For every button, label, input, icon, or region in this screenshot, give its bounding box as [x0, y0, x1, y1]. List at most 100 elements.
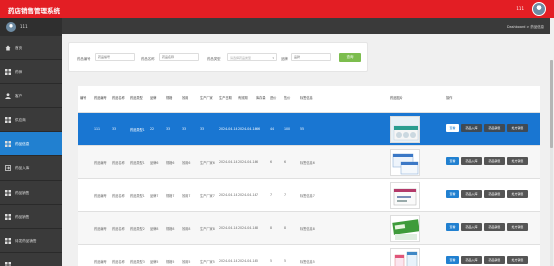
drug-image: [390, 215, 420, 242]
column-header: 生产厂家: [200, 96, 213, 100]
table-cell: 药品类型3: [130, 260, 145, 264]
table-cell: 药品类型1: [130, 194, 145, 198]
table-row[interactable]: 药品编号 药品名称 药品类型1 品牌6 规格6 效用6 生产厂家6 2024-04-14 202…: [78, 145, 540, 178]
main-content: Dashboard > 药品信息 药品编号 药品名称 药品类型 请选择药品类型 …: [62, 18, 550, 266]
table-cell: 7: [256, 193, 259, 197]
table-row[interactable]: 药品编号 药品名称 药品类型1 品牌7 规格7 效用7 生产厂家7 2024-04-14 202…: [78, 178, 540, 211]
drug-type-select[interactable]: 请选择药品类型 ▾: [227, 53, 277, 61]
sidebar-avatar: [6, 22, 16, 32]
search-panel: 药品编号 药品名称 药品类型 请选择药品类型 ▾ 品牌 查询: [68, 42, 368, 72]
sell-button[interactable]: 药品销售: [484, 256, 505, 264]
sidebar-item[interactable]: 供应商: [0, 108, 62, 133]
sidebar-item[interactable]: 待发药品销售: [0, 229, 62, 253]
sidebar-item[interactable]: 药品信息: [0, 132, 62, 157]
view-button[interactable]: 查看: [446, 124, 459, 132]
column-header: 编号: [80, 96, 87, 100]
table-cell: 生产厂家8: [200, 227, 215, 231]
table-cell: 品牌6: [150, 161, 159, 165]
table-cell: 生产厂家7: [200, 194, 215, 198]
prescription-sell-button[interactable]: 处方销售: [507, 157, 528, 165]
table-cell: 规格8: [166, 227, 175, 231]
table-cell: 55: [300, 127, 305, 131]
table-cell: 2024-04-14: [219, 226, 238, 230]
column-header: 规格: [166, 96, 173, 100]
table-cell: 药品类型2: [130, 227, 145, 231]
table-cell: 效用6: [182, 161, 191, 165]
table-cell: 规格7: [166, 194, 175, 198]
table-cell: 2024-04-14: [238, 226, 257, 230]
drug-code-input[interactable]: [95, 53, 135, 61]
sidebar-item[interactable]: 药品销售: [0, 205, 62, 229]
table-cell: 药品编号: [94, 161, 107, 165]
stock-in-button[interactable]: 药品入库: [461, 190, 482, 198]
prescription-sell-button[interactable]: 处方销售: [507, 223, 528, 231]
table-cell: 生产厂家6: [200, 161, 215, 165]
brand-input[interactable]: [291, 53, 331, 61]
sidebar-item[interactable]: 药品入库: [0, 156, 62, 181]
sidebar-item-label: 药品入库: [15, 166, 30, 171]
sidebar-item-label: 药师: [15, 70, 23, 75]
sell-button[interactable]: 药品销售: [484, 124, 505, 132]
grid-icon: [5, 189, 11, 196]
column-header: 药品图片: [390, 96, 403, 100]
prescription-sell-button[interactable]: 处方销售: [507, 256, 528, 264]
table-cell: 2024-04-14: [238, 160, 257, 164]
stock-in-button[interactable]: 药品入库: [461, 124, 482, 132]
view-button[interactable]: 查看: [446, 190, 459, 198]
breadcrumb: Dashboard > 药品信息: [507, 25, 544, 29]
table-cell: 药品编号: [94, 194, 107, 198]
view-button[interactable]: 查看: [446, 223, 459, 231]
table-row[interactable]: 111 33 药品类型1 22 33 33 33 2024-04-14 2024-04-14 66…: [78, 112, 540, 145]
user-icon: [5, 93, 11, 100]
table-cell: 标签信息6: [300, 161, 315, 165]
scrollbar-thumb[interactable]: [550, 60, 553, 148]
sell-button[interactable]: 药品销售: [484, 223, 505, 231]
table-row[interactable]: 药品编号 药品名称 药品类型2 品牌8 规格8 效用8 生产厂家8 2024-04-14 202…: [78, 211, 540, 244]
scrollbar[interactable]: [550, 60, 553, 266]
avatar[interactable]: [532, 2, 546, 16]
table-cell: 33: [182, 127, 187, 131]
sidebar-item-label: 首页: [15, 46, 23, 50]
sidebar-item[interactable]: 首页: [0, 36, 62, 61]
table-cell: 100: [284, 127, 291, 131]
prescription-sell-button[interactable]: 处方销售: [507, 190, 528, 198]
sidebar-item[interactable]: 药师: [0, 60, 62, 85]
table-cell: 7: [270, 193, 273, 197]
sidebar-item[interactable]: 药品销售: [0, 181, 62, 205]
import-icon: [5, 165, 11, 172]
sidebar-item-label: 客户: [15, 94, 23, 99]
sidebar-item[interactable]: [0, 253, 62, 266]
header-username[interactable]: 111: [516, 6, 524, 11]
column-header: 库存量: [256, 96, 266, 100]
table-row[interactable]: 药品编号 药品名称 药品类型3 品牌5 规格5 效用5 生产厂家5 2024-04-14 202…: [78, 244, 540, 266]
grid-icon: [5, 261, 11, 266]
column-header: 进价: [270, 96, 277, 100]
table-cell: 药品名称: [112, 194, 125, 198]
table-cell: 2024-04-14: [219, 160, 238, 164]
grid-icon: [5, 237, 11, 244]
column-header: 售价: [284, 96, 291, 100]
view-button[interactable]: 查看: [446, 256, 459, 264]
home-icon: [5, 45, 11, 51]
search-button[interactable]: 查询: [339, 53, 361, 62]
prescription-sell-button[interactable]: 处方销售: [507, 124, 528, 132]
sidebar-item[interactable]: 客户: [0, 84, 62, 109]
drug-name-input[interactable]: [159, 53, 199, 61]
column-header: 药品名称: [112, 96, 125, 100]
table-cell: 2024-04-14: [219, 193, 238, 197]
table-cell: 33: [112, 127, 117, 131]
column-header: 有效期: [238, 96, 248, 100]
sell-button[interactable]: 药品销售: [484, 157, 505, 165]
table-cell: 111: [94, 127, 101, 131]
table-cell: 2024-04-14: [238, 259, 257, 263]
grid-icon: [5, 117, 11, 124]
column-header: 生产日期: [219, 96, 232, 100]
view-button[interactable]: 查看: [446, 157, 459, 165]
table-cell: 药品类型1: [130, 128, 145, 132]
sell-button[interactable]: 药品销售: [484, 190, 505, 198]
drug-image: [390, 116, 420, 143]
sidebar-username: 111: [20, 24, 28, 29]
stock-in-button[interactable]: 药品入库: [461, 223, 482, 231]
stock-in-button[interactable]: 药品入库: [461, 157, 482, 165]
stock-in-button[interactable]: 药品入库: [461, 256, 482, 264]
